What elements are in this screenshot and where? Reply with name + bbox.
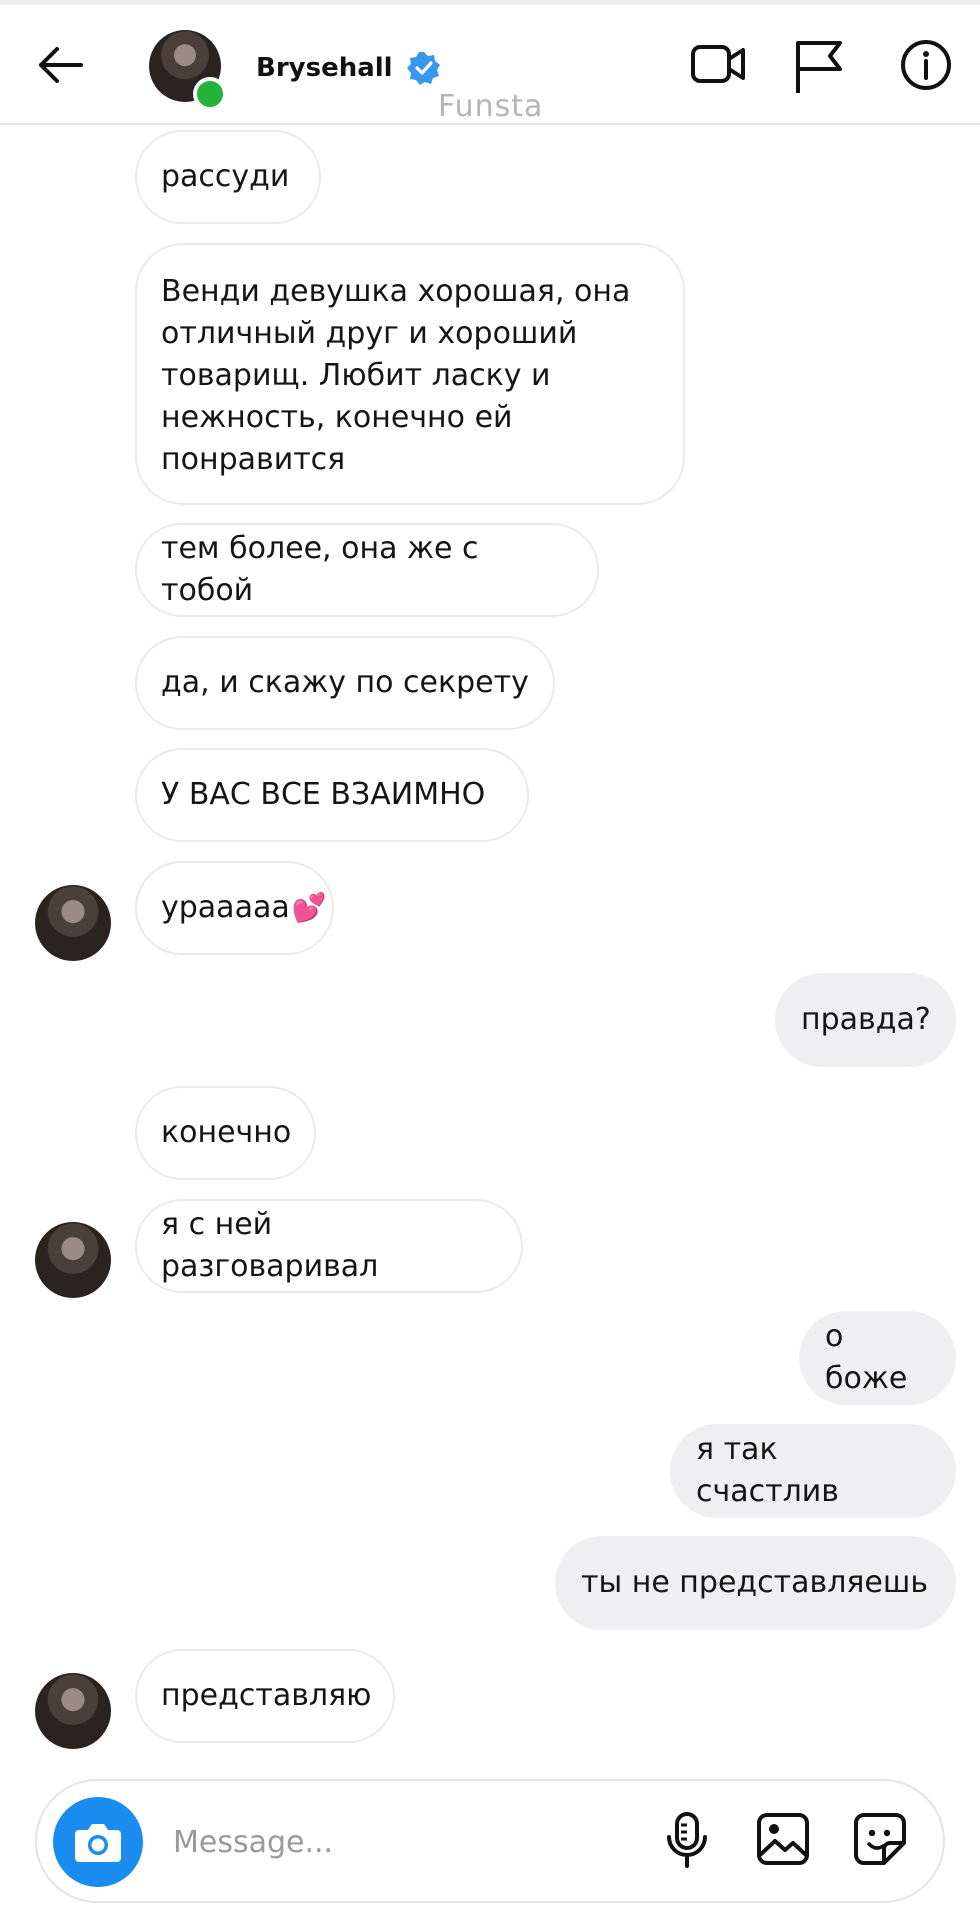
message-bubble-incoming[interactable]: тем более, она же с тобой [135, 523, 599, 617]
back-arrow-icon[interactable] [35, 45, 85, 85]
message-text: тем более, она же с тобой [161, 531, 479, 608]
message-bubble-outgoing[interactable]: ты не представляешь [555, 1536, 956, 1630]
message-text: о боже [825, 1319, 908, 1396]
message-bubble-incoming[interactable]: представляю [135, 1649, 395, 1743]
message-bubble-outgoing[interactable]: правда? [775, 973, 956, 1067]
microphone-icon[interactable] [665, 1811, 709, 1869]
avatar[interactable] [35, 885, 111, 961]
gallery-icon[interactable] [755, 1811, 811, 1867]
message-text: я так счастлив [696, 1432, 839, 1509]
message-bubble-outgoing[interactable]: о боже [799, 1311, 956, 1405]
message-bubble-incoming[interactable]: Венди девушка хорошая, она отличный друг… [135, 243, 685, 505]
camera-icon [75, 1824, 121, 1862]
message-bubble-incoming[interactable]: я с ней разговаривал [135, 1199, 523, 1293]
message-input[interactable] [171, 1811, 575, 1873]
verified-badge-icon [407, 52, 440, 85]
message-text: да, и скажу по секрету [161, 665, 529, 700]
avatar[interactable] [35, 1222, 111, 1298]
message-bubble-incoming[interactable]: рассуди [135, 130, 321, 224]
message-text: я с ней разговаривал [161, 1207, 379, 1284]
message-text: рассуди [161, 159, 290, 194]
flag-icon[interactable] [792, 39, 848, 95]
message-bubble-incoming[interactable]: урааааа 💕 [135, 861, 334, 955]
avatar[interactable] [35, 1673, 111, 1749]
message-text: Венди девушка хорошая, она отличный друг… [161, 274, 631, 477]
heart-emoji-icon: 💕 [291, 891, 327, 924]
message-bubble-incoming[interactable]: да, и скажу по секрету [135, 636, 555, 730]
camera-button[interactable] [53, 1797, 143, 1887]
chat-header: Brysehall Funsta [0, 5, 980, 125]
message-composer [35, 1779, 945, 1903]
message-bubble-incoming[interactable]: конечно [135, 1086, 316, 1180]
watermark: Funsta [438, 89, 544, 124]
message-text: конечно [161, 1115, 292, 1150]
sticker-icon[interactable] [852, 1811, 908, 1867]
message-bubble-incoming[interactable]: У ВАС ВСЕ ВЗАИМНО [135, 748, 529, 842]
message-text: У ВАС ВСЕ ВЗАИМНО [161, 777, 486, 812]
message-text: представляю [161, 1678, 372, 1713]
video-call-icon[interactable] [690, 39, 746, 89]
online-status-icon [193, 77, 227, 111]
message-bubble-outgoing[interactable]: я так счастлив [670, 1424, 956, 1518]
message-text: правда? [801, 1002, 931, 1037]
message-text: ты не представляешь [581, 1565, 929, 1600]
message-text: урааааа [161, 890, 290, 925]
username[interactable]: Brysehall [256, 53, 393, 83]
info-icon[interactable] [900, 39, 952, 91]
